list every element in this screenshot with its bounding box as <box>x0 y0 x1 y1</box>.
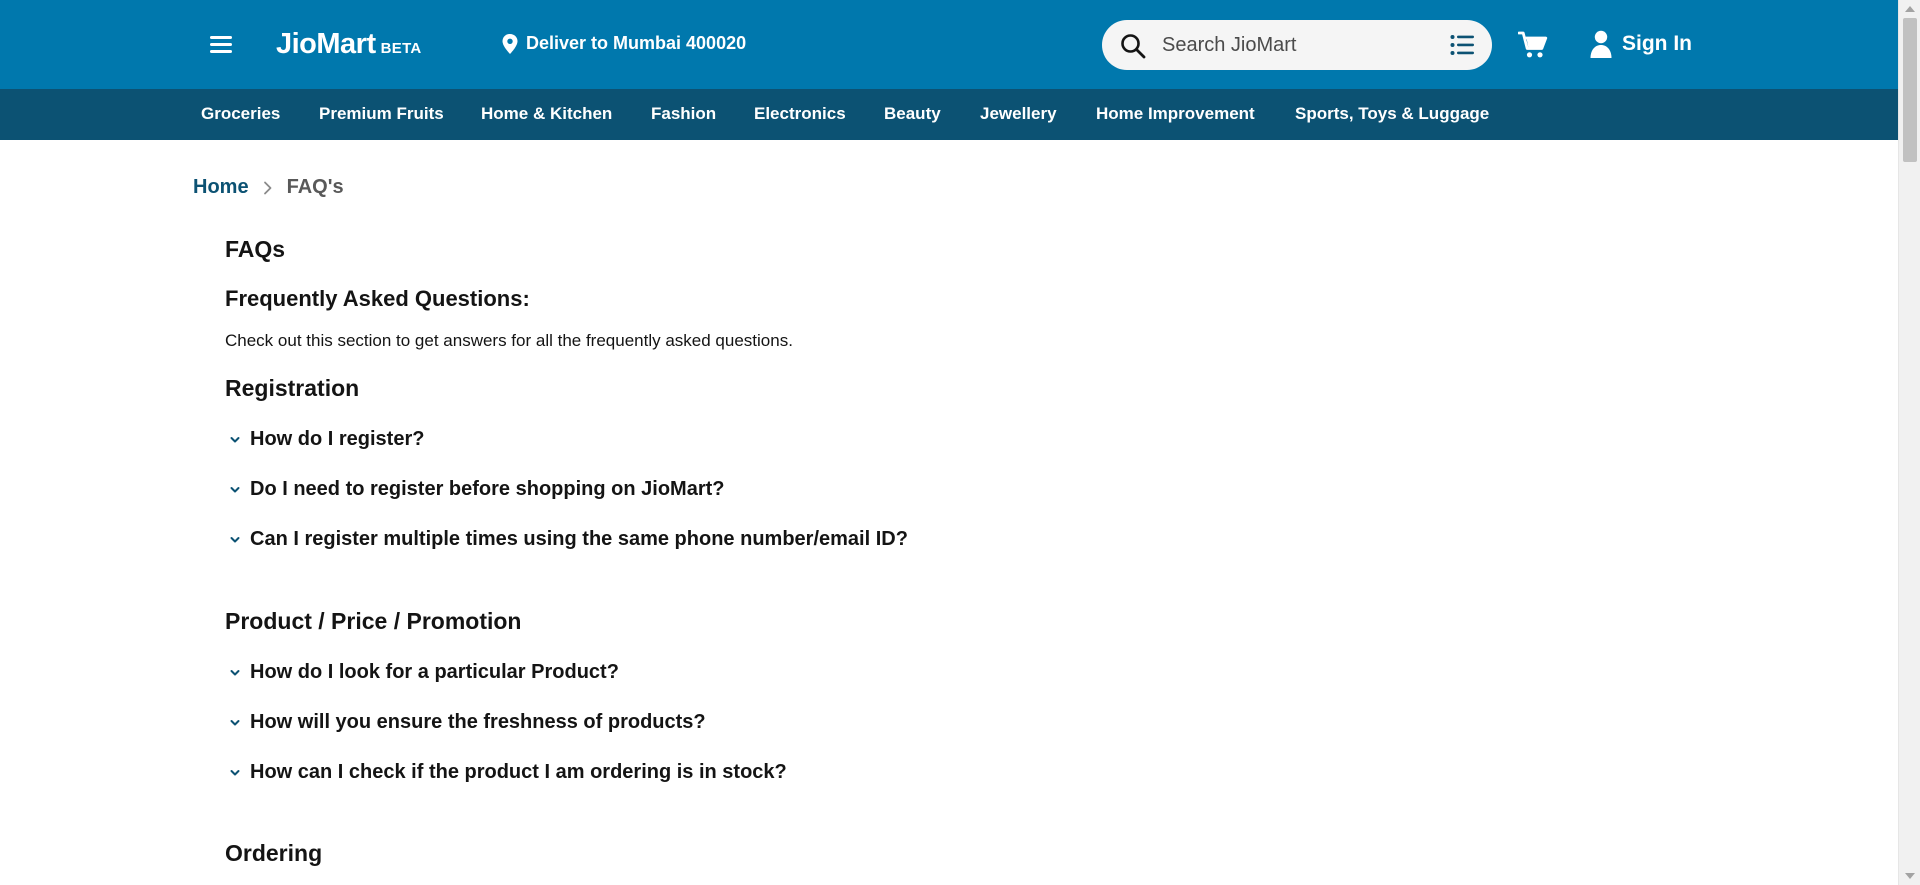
page-subtitle: Frequently Asked Questions: <box>225 286 530 311</box>
deliver-location[interactable]: Deliver to Mumbai 400020 <box>502 33 746 54</box>
faq-question-text: How do I look for a particular Product? <box>250 661 619 683</box>
faq-question[interactable]: How will you ensure the freshness of pro… <box>225 711 706 734</box>
hamburger-menu-icon[interactable] <box>207 32 235 58</box>
faq-question[interactable]: Can I register multiple times using the … <box>225 528 908 551</box>
nav-item-groceries[interactable]: Groceries <box>201 104 280 124</box>
cart-icon[interactable] <box>1518 31 1548 59</box>
sign-in-label: Sign In <box>1622 32 1692 55</box>
scrollbar-thumb[interactable] <box>1903 18 1917 162</box>
faq-question[interactable]: Do I need to register before shopping on… <box>225 478 724 501</box>
nav-item-home-improvement[interactable]: Home Improvement <box>1096 104 1255 124</box>
breadcrumb-current: FAQ's <box>286 176 344 198</box>
faq-question[interactable]: How do I register? <box>225 428 424 451</box>
nav-item-sports-toys-luggage[interactable]: Sports, Toys & Luggage <box>1295 104 1489 124</box>
nav-item-home-kitchen[interactable]: Home & Kitchen <box>481 104 612 124</box>
list-icon[interactable] <box>1450 34 1474 56</box>
top-header: JioMart BETA Deliver to Mumbai 400020 Sea… <box>0 0 1898 89</box>
scroll-down-arrow-icon[interactable] <box>1905 873 1915 879</box>
faq-question-text: How will you ensure the freshness of pro… <box>250 711 706 733</box>
jiomart-logo[interactable]: JioMart BETA <box>276 28 422 61</box>
breadcrumb-home-link[interactable]: Home <box>193 176 249 199</box>
scroll-up-arrow-icon[interactable] <box>1905 6 1915 12</box>
chevron-right-icon <box>263 181 271 194</box>
faq-question[interactable]: How do I look for a particular Product? <box>225 661 619 684</box>
sign-in-button[interactable]: Sign In <box>1590 30 1692 58</box>
nav-item-fashion[interactable]: Fashion <box>651 104 716 124</box>
location-pin-icon <box>502 33 518 54</box>
user-icon <box>1590 30 1612 58</box>
category-nav: Groceries Premium Fruits Home & Kitchen … <box>0 89 1898 140</box>
nav-item-electronics[interactable]: Electronics <box>754 104 846 124</box>
faq-question-text: How do I register? <box>250 428 425 450</box>
chevron-down-icon <box>230 486 240 492</box>
breadcrumb: Home FAQ's <box>193 176 344 199</box>
chevron-down-icon <box>230 669 240 675</box>
section-title-product-price-promotion: Product / Price / Promotion <box>225 608 522 634</box>
chevron-down-icon <box>230 719 240 725</box>
search-icon[interactable] <box>1120 33 1146 59</box>
nav-item-beauty[interactable]: Beauty <box>884 104 941 124</box>
page-scrollbar[interactable] <box>1898 0 1920 885</box>
nav-item-jewellery[interactable]: Jewellery <box>980 104 1057 124</box>
section-title-registration: Registration <box>225 375 360 401</box>
search-bar[interactable]: Search JioMart <box>1102 20 1492 70</box>
faq-question-text: Do I need to register before shopping on… <box>250 478 725 500</box>
deliver-location-text: Deliver to Mumbai 400020 <box>526 33 747 53</box>
search-input[interactable]: Search JioMart <box>1162 34 1297 57</box>
faq-question-text: How can I check if the product I am orde… <box>250 761 787 783</box>
page-intro: Check out this section to get answers fo… <box>225 331 793 350</box>
logo-text: JioMart <box>276 28 376 60</box>
section-title-ordering: Ordering <box>225 840 323 866</box>
logo-beta-badge: BETA <box>380 40 422 57</box>
chevron-down-icon <box>230 436 240 442</box>
chevron-down-icon <box>230 536 240 542</box>
nav-item-premium-fruits[interactable]: Premium Fruits <box>319 104 444 124</box>
page-title: FAQs <box>225 236 286 262</box>
faq-question[interactable]: How can I check if the product I am orde… <box>225 761 787 784</box>
chevron-down-icon <box>230 769 240 775</box>
faq-question-text: Can I register multiple times using the … <box>250 528 908 550</box>
